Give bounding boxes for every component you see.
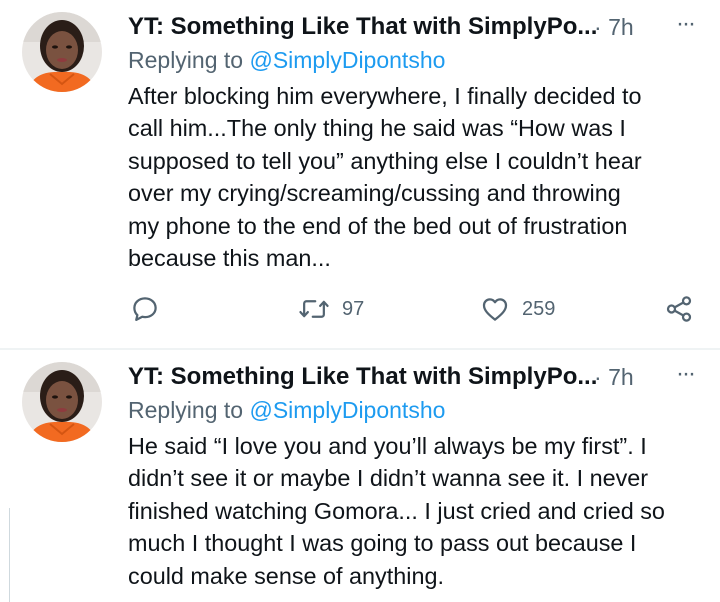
separator-dot: · — [594, 364, 602, 390]
retweet-icon — [299, 300, 329, 318]
retweet-button[interactable]: 97 — [298, 292, 364, 326]
share-button[interactable] — [664, 292, 694, 326]
tweet-text-line: He said “I love you and you’ll always be… — [128, 433, 647, 459]
avatar[interactable] — [22, 362, 102, 442]
tweet-text-line: didn’t see it or maybe I didn’t wanna se… — [128, 465, 649, 492]
tweet-text-line: much I thought I was going to pass out b… — [128, 530, 637, 557]
tweet-text-line: call him...The only thing he said was “H… — [128, 115, 626, 142]
avatar[interactable] — [22, 12, 102, 92]
like-count: 259 — [522, 297, 556, 320]
author-name[interactable]: YT: Something Like That with SimplyPo... — [128, 10, 597, 44]
tweet-text-line: finished watching Gomora... I just cried… — [128, 497, 665, 524]
time: 7h — [608, 364, 634, 390]
tweet[interactable]: YT: Something Like That with SimplyPo...… — [0, 350, 720, 602]
author-name[interactable]: YT: Something Like That with SimplyPo... — [128, 360, 597, 394]
tweet-text-line: because this man... — [128, 245, 331, 272]
replying-prefix: Replying to — [128, 47, 244, 73]
time: 7h — [608, 14, 634, 40]
replying-to: Replying to @SimplyDipontsho — [128, 44, 708, 76]
timestamp[interactable]: · 7h — [594, 10, 634, 44]
tweet-header: YT: Something Like That with SimplyPo...… — [128, 360, 708, 394]
tweet-text: He said “I love you and you’ll always be… — [128, 430, 708, 592]
heart-icon — [482, 298, 508, 321]
timestamp[interactable]: · 7h — [594, 360, 634, 394]
tweet-text-line: supposed to tell you” anything else I co… — [128, 147, 642, 174]
thread-edge — [0, 508, 10, 602]
retweet-count: 97 — [342, 297, 365, 320]
like-button[interactable]: 259 — [480, 292, 555, 326]
more-options-icon[interactable]: ··· — [668, 360, 702, 394]
tweet-actions: 97 259 — [128, 292, 708, 326]
reply-handle-link[interactable]: @SimplyDipontsho — [249, 47, 445, 73]
tweet-text-line: After blocking him everywhere, I finally… — [128, 83, 642, 109]
tweet-text-line: over my crying/screaming/cussing and thr… — [128, 180, 621, 207]
tweet-text: After blocking him everywhere, I finally… — [128, 80, 708, 274]
tweet-text-line: could make sense of anything. — [128, 562, 444, 589]
avatar-image — [22, 362, 102, 442]
replying-to: Replying to @SimplyDipontsho — [128, 394, 708, 426]
reply-icon — [133, 297, 157, 321]
tweet-header: YT: Something Like That with SimplyPo...… — [128, 10, 708, 44]
replying-prefix: Replying to — [128, 397, 244, 423]
avatar-image — [22, 12, 102, 92]
separator-dot: · — [594, 14, 602, 40]
reply-handle-link[interactable]: @SimplyDipontsho — [249, 397, 445, 423]
more-options-icon[interactable]: ··· — [668, 10, 702, 44]
share-icon — [666, 296, 692, 322]
tweet-text-line: my phone to the end of the bed out of fr… — [128, 212, 628, 239]
tweet[interactable]: YT: Something Like That with SimplyPo...… — [0, 0, 720, 348]
reply-button[interactable] — [130, 292, 160, 326]
